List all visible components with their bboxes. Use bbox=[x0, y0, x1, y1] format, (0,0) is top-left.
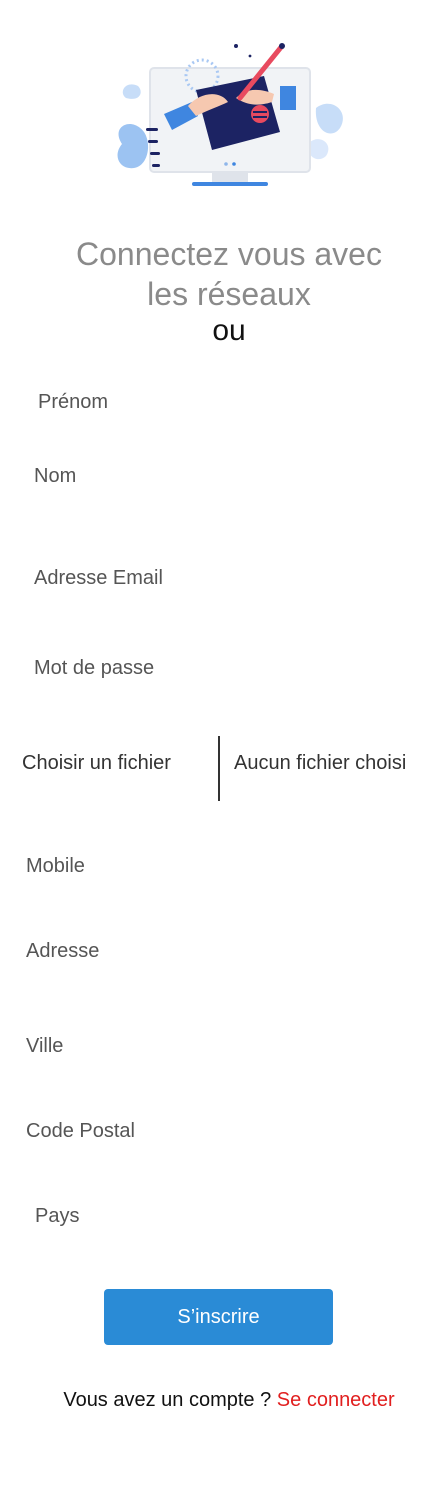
first-name-input[interactable] bbox=[38, 388, 398, 416]
file-status-text: Aucun fichier choisi bbox=[234, 752, 407, 774]
postal-code-input[interactable] bbox=[26, 1117, 396, 1145]
login-link[interactable]: Se connecter bbox=[277, 1389, 395, 1411]
mobile-input[interactable] bbox=[26, 852, 396, 880]
heading-line-1: Connectez vous avec bbox=[76, 236, 382, 272]
choose-file-button[interactable]: Choisir un fichier bbox=[22, 752, 171, 775]
file-input-divider bbox=[218, 736, 220, 801]
login-prompt-text: Vous avez un compte ? bbox=[63, 1389, 277, 1411]
signup-illustration bbox=[117, 43, 343, 186]
country-input[interactable] bbox=[35, 1202, 395, 1230]
city-input[interactable] bbox=[26, 1032, 396, 1060]
or-separator: ou bbox=[212, 314, 246, 347]
last-name-input[interactable] bbox=[34, 462, 394, 490]
email-input[interactable] bbox=[34, 564, 394, 592]
signup-button[interactable]: S’inscrire bbox=[104, 1289, 333, 1345]
heading-line-2: les réseaux bbox=[147, 276, 311, 312]
address-input[interactable] bbox=[26, 937, 396, 965]
password-input[interactable] bbox=[34, 654, 394, 682]
login-prompt: Vous avez un compte ? Se connecter bbox=[0, 1389, 428, 1412]
